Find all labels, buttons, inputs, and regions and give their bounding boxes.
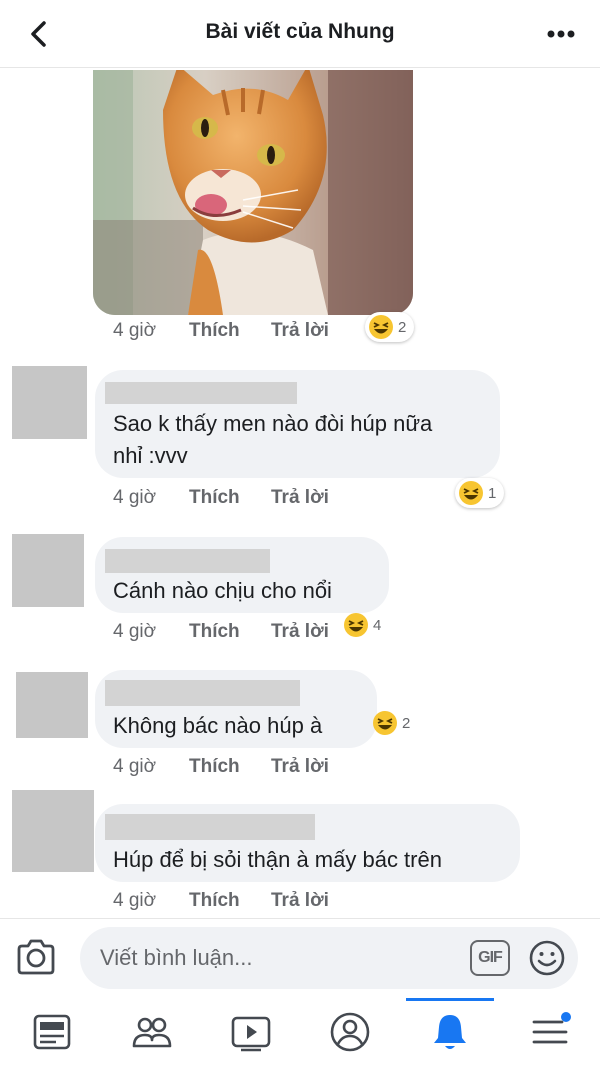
like-button[interactable]: Thích bbox=[189, 320, 240, 342]
reaction-badge[interactable]: 2 bbox=[365, 312, 415, 342]
avatar[interactable] bbox=[12, 366, 87, 439]
reaction-badge[interactable]: 4 bbox=[343, 612, 381, 638]
reaction-count: 1 bbox=[488, 484, 497, 502]
reaction-count: 4 bbox=[373, 616, 382, 634]
timestamp: 4 giờ bbox=[113, 890, 157, 911]
comment-bubble[interactable]: Không bác nào húp à bbox=[95, 670, 377, 748]
redacted-author-name[interactable] bbox=[105, 680, 300, 706]
comment-bubble[interactable]: Húp để bị sỏi thận à mấy bác trên bbox=[95, 804, 520, 882]
menu-hamburger-icon[interactable] bbox=[528, 1010, 572, 1054]
cat-licking-lips-photo[interactable] bbox=[93, 70, 413, 315]
groups-icon[interactable] bbox=[130, 1010, 174, 1054]
comment-input-pill[interactable]: GIF bbox=[80, 927, 578, 989]
page-title: Bài viết của Nhung bbox=[205, 20, 395, 43]
timestamp: 4 giờ bbox=[113, 621, 157, 642]
more-horizontal-icon[interactable] bbox=[544, 20, 578, 48]
comment-composer: GIF bbox=[0, 918, 600, 998]
reaction-count: 2 bbox=[402, 714, 411, 732]
avatar[interactable] bbox=[12, 534, 84, 607]
redacted-author-name[interactable] bbox=[105, 814, 315, 840]
comment-text: nhỉ :vvv bbox=[113, 443, 188, 468]
like-button[interactable]: Thích bbox=[189, 621, 240, 643]
haha-emoji-icon bbox=[344, 613, 368, 637]
smiley-icon[interactable] bbox=[528, 939, 566, 977]
reply-button[interactable]: Trả lời bbox=[271, 756, 329, 778]
reply-button[interactable]: Trả lời bbox=[271, 320, 329, 342]
gif-button[interactable]: GIF bbox=[470, 940, 510, 976]
reaction-badge[interactable]: 1 bbox=[455, 478, 505, 508]
notifications-bell-icon[interactable] bbox=[428, 1010, 472, 1054]
comment-action-row: 4 giờ Thích Trả lời bbox=[113, 487, 413, 513]
haha-emoji-icon bbox=[373, 711, 397, 735]
reply-button[interactable]: Trả lời bbox=[271, 487, 329, 509]
watch-video-icon[interactable] bbox=[229, 1010, 273, 1054]
comment-bubble[interactable]: Cánh nào chịu cho nổi bbox=[95, 537, 389, 613]
bottom-tab-bar bbox=[0, 998, 600, 1068]
timestamp: 4 giờ bbox=[113, 487, 157, 508]
like-button[interactable]: Thích bbox=[189, 487, 240, 509]
comment-action-row: 4 giờ Thích Trả lời bbox=[113, 890, 353, 916]
camera-icon[interactable] bbox=[14, 937, 58, 977]
avatar[interactable] bbox=[16, 672, 88, 738]
news-feed-icon[interactable] bbox=[30, 1010, 74, 1054]
reply-button[interactable]: Trả lời bbox=[271, 621, 329, 643]
like-button[interactable]: Thích bbox=[189, 756, 240, 778]
timestamp: 4 giờ bbox=[113, 756, 157, 777]
reaction-count: 2 bbox=[398, 318, 407, 336]
profile-icon[interactable] bbox=[328, 1010, 372, 1054]
comment-action-row: 4 giờ Thích Trả lời bbox=[113, 621, 353, 647]
active-tab-indicator bbox=[406, 998, 494, 1001]
timestamp: 4 giờ bbox=[113, 320, 157, 341]
redacted-author-name[interactable] bbox=[105, 549, 270, 573]
reaction-badge[interactable]: 2 bbox=[372, 710, 410, 736]
reply-button[interactable]: Trả lời bbox=[271, 890, 329, 912]
comment-text: Cánh nào chịu cho nổi bbox=[113, 578, 332, 603]
haha-emoji-icon bbox=[369, 315, 393, 339]
like-button[interactable]: Thích bbox=[189, 890, 240, 912]
comment-text: Sao k thấy men nào đòi húp nữa bbox=[113, 411, 433, 436]
haha-emoji-icon bbox=[459, 481, 483, 505]
comment-bubble[interactable]: Sao k thấy men nào đòi húp nữa nhỉ :vvv bbox=[95, 370, 500, 478]
avatar[interactable] bbox=[12, 790, 94, 872]
top-nav-bar: Bài viết của Nhung bbox=[0, 0, 600, 68]
redacted-author-name[interactable] bbox=[105, 382, 297, 404]
comment-action-row: 4 giờ Thích Trả lời bbox=[113, 756, 353, 782]
comment-text: Húp để bị sỏi thận à mấy bác trên bbox=[113, 847, 442, 872]
comment-input[interactable] bbox=[100, 941, 460, 975]
comment-text: Không bác nào húp à bbox=[113, 713, 323, 738]
